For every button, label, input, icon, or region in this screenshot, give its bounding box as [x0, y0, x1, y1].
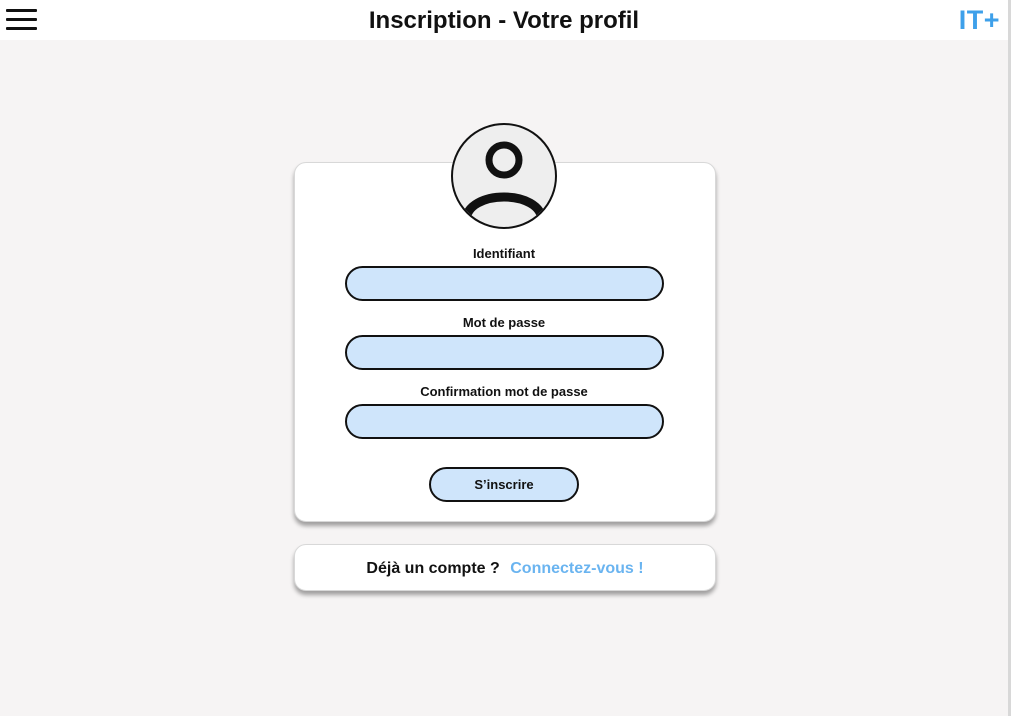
brand-logo[interactable]: IT+ — [959, 5, 1000, 35]
identifiant-input[interactable] — [345, 266, 664, 301]
login-question: Déjà un compte ? — [366, 560, 500, 577]
password-label: Mot de passe — [462, 315, 546, 330]
confirm-password-label: Confirmation mot de passe — [420, 384, 588, 399]
login-prompt-box: Déjà un compte ? Connectez-vous ! — [294, 544, 716, 591]
top-bar: Inscription - Votre profil IT+ — [0, 0, 1008, 40]
page-title: Inscription - Votre profil — [368, 7, 640, 34]
signup-button[interactable]: S’inscrire — [429, 467, 579, 502]
user-avatar-icon — [451, 123, 557, 229]
login-link[interactable]: Connectez-vous ! — [510, 560, 643, 577]
identifiant-label: Identifiant — [472, 246, 536, 261]
password-input[interactable] — [345, 335, 664, 370]
confirm-password-input[interactable] — [345, 404, 664, 439]
